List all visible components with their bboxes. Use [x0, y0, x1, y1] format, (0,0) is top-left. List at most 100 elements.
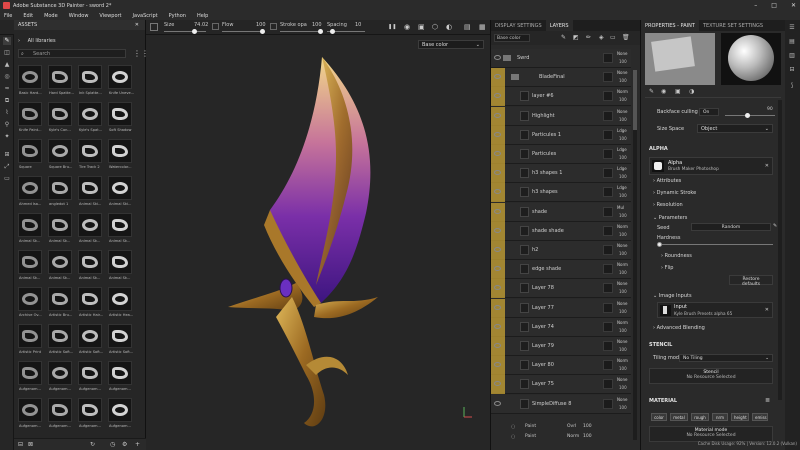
asset-thumbnail[interactable]: Artistic Print — [18, 324, 42, 354]
alpha-clear-icon[interactable]: ✕ — [765, 163, 769, 169]
layer-opacity[interactable]: 100 — [619, 328, 627, 333]
properties-scrollbar[interactable] — [778, 100, 782, 400]
menu-window[interactable]: Window — [69, 13, 89, 19]
flow-slider[interactable] — [222, 31, 264, 32]
blend-mode[interactable]: None — [617, 339, 627, 344]
layer-opacity[interactable]: 100 — [619, 174, 627, 179]
filter-icon[interactable]: ⊟ — [18, 441, 23, 448]
asset-thumbnail[interactable]: Aufgenom... — [78, 361, 102, 391]
visibility-eye-icon[interactable] — [494, 151, 501, 156]
minimize-button[interactable]: – — [754, 2, 757, 9]
blend-mode[interactable]: None — [617, 70, 627, 75]
layer-name[interactable]: Layer 78 — [532, 285, 554, 291]
layer-opacity[interactable]: 100 — [619, 136, 627, 141]
menu-file[interactable]: File — [4, 13, 12, 19]
layer-name[interactable]: layer #6 — [532, 93, 554, 99]
asset-thumbnail[interactable]: Artistic Soft... — [78, 324, 103, 354]
layer-row[interactable]: h2 None 100 — [491, 241, 631, 260]
layer-row[interactable]: Particules 1 Ldge 100 — [491, 125, 631, 145]
stroke-opacity-handle[interactable] — [318, 29, 323, 34]
asset-thumbnail[interactable]: Artistic Soft... — [48, 324, 73, 354]
layer-opacity[interactable]: 100 — [619, 289, 627, 294]
layer-opacity[interactable]: 100 — [619, 251, 627, 256]
material-channel-button-color[interactable]: color — [651, 413, 667, 421]
asset-thumbnail[interactable]: Watercolor... — [108, 139, 132, 169]
maximize-button[interactable]: □ — [771, 2, 777, 9]
menu-edit[interactable]: Edit — [23, 13, 33, 19]
layer-row[interactable]: Layer 75 None 100 — [491, 375, 631, 395]
layer-row[interactable]: layer #6 Norm 100 — [491, 87, 631, 107]
layer-name[interactable]: BladeFinal — [539, 74, 565, 80]
layer-name[interactable]: Layer 79 — [532, 343, 554, 349]
material-menu-icon[interactable]: ≣ — [765, 397, 770, 404]
dynamic-stroke-section[interactable]: › Dynamic Stroke — [653, 190, 696, 196]
layer-row[interactable]: SimpleDiffuse 8 None 100 — [491, 394, 631, 414]
asset-thumbnail[interactable]: Animal Ski... — [108, 176, 132, 206]
transform-icon[interactable]: ⤢ — [3, 163, 11, 171]
sort-icon[interactable]: ⊠ — [28, 441, 33, 448]
backface-angle-value[interactable]: 90 — [767, 107, 773, 112]
blend-mode[interactable]: Ldge — [617, 147, 627, 152]
shelf-icon[interactable]: ⊟ — [788, 66, 796, 74]
image-input-resource[interactable]: Input Kyle Brush Presets alpha 65 ✕ — [657, 302, 773, 318]
path-icon[interactable]: ⌇ — [3, 109, 11, 117]
visibility-eye-icon[interactable] — [494, 247, 501, 252]
asset-thumbnail[interactable]: Animal Ski... — [78, 176, 102, 206]
stroke-opacity-value[interactable]: 100 — [312, 22, 322, 28]
asset-thumbnail[interactable]: Aufgenom... — [18, 361, 42, 391]
stroke-opacity-slider[interactable] — [280, 31, 322, 32]
clock-icon[interactable]: ◷ — [110, 441, 115, 448]
projection-icon[interactable]: ▲ — [3, 61, 11, 69]
layer-opacity[interactable]: 100 — [619, 97, 627, 102]
stencil-resource-slot[interactable]: Stencil No Resource Selected — [649, 368, 773, 384]
tab-properties-paint[interactable]: PROPERTIES - PAINT — [641, 20, 699, 31]
export-icon[interactable]: ▭ — [3, 175, 11, 183]
blend-mode[interactable]: Norm — [617, 262, 628, 267]
flow-pen-icon[interactable] — [270, 23, 277, 30]
seed-pen-icon[interactable]: ✎ — [773, 223, 777, 229]
layer-opacity[interactable]: 100 — [619, 117, 627, 122]
size-value[interactable]: 74.02 — [194, 22, 208, 28]
parameters-section[interactable]: ⌄ Parameters — [653, 215, 687, 221]
blend-mode[interactable]: Norm — [617, 358, 628, 363]
material-channel-button-height[interactable]: height — [731, 413, 749, 421]
image-inputs-section[interactable]: ⌄ Image Inputs — [653, 293, 692, 299]
layer-opacity[interactable]: 100 — [619, 366, 627, 371]
layer-row[interactable]: h3 shapes Ldge 100 — [491, 183, 631, 203]
layer-row[interactable]: shade Mul 100 — [491, 202, 631, 222]
material-channel-button-rough[interactable]: rough — [691, 413, 709, 421]
blend-mode[interactable]: None — [617, 109, 627, 114]
layer-opacity[interactable]: 100 — [619, 59, 627, 64]
asset-thumbnail[interactable]: Hard Spatte... — [48, 65, 74, 95]
refresh-icon[interactable]: ↻ — [90, 441, 95, 448]
layer-row[interactable]: Particules Ldge 100 — [491, 145, 631, 164]
delete-layer-icon[interactable]: 🗑 — [622, 34, 630, 41]
layer-name[interactable]: Layer 80 — [532, 362, 554, 368]
resolution-section[interactable]: › Resolution — [653, 202, 683, 208]
asset-thumbnail[interactable]: Aufgenom... — [18, 398, 42, 428]
layer-row[interactable]: Swrd None 100 — [491, 49, 631, 68]
asset-thumbnail[interactable]: Artistic Hair... — [78, 287, 103, 317]
render-icon[interactable]: ▣ — [418, 23, 425, 31]
menu-viewport[interactable]: Viewport — [99, 13, 121, 19]
layout-icon[interactable]: ▤ — [464, 23, 471, 31]
share-icon[interactable]: ⬡ — [432, 23, 438, 31]
blend-mode[interactable]: None — [617, 397, 627, 402]
backface-angle-slider[interactable] — [725, 115, 775, 116]
menu-javascript[interactable]: JavaScript — [133, 13, 158, 19]
asset-thumbnail[interactable]: Artistic Bru... — [48, 287, 72, 317]
add-paint-layer-icon[interactable]: ✏ — [586, 34, 591, 41]
display-mode-icon[interactable]: ◐ — [446, 23, 452, 31]
advanced-blending-section[interactable]: › Advanced Blending — [653, 325, 705, 331]
blend-mode[interactable]: Ldge — [617, 166, 627, 171]
asset-thumbnail[interactable]: Ink Splatte... — [78, 65, 102, 95]
asset-thumbnail[interactable]: Aufgenom... — [48, 361, 72, 391]
layer-row[interactable]: shade shade Norm 100 — [491, 221, 631, 241]
asset-thumbnail[interactable]: Animal Sk... — [48, 213, 72, 243]
asset-thumbnail[interactable]: Knife Uneve... — [108, 65, 134, 95]
layer-row[interactable]: Layer 74 Norm 100 — [491, 317, 631, 337]
asset-thumbnail[interactable]: Animal Sk... — [78, 250, 102, 280]
effect-opacity[interactable]: 100 — [583, 424, 592, 429]
layer-opacity[interactable]: 100 — [619, 347, 627, 352]
layer-opacity[interactable]: 100 — [619, 385, 627, 390]
